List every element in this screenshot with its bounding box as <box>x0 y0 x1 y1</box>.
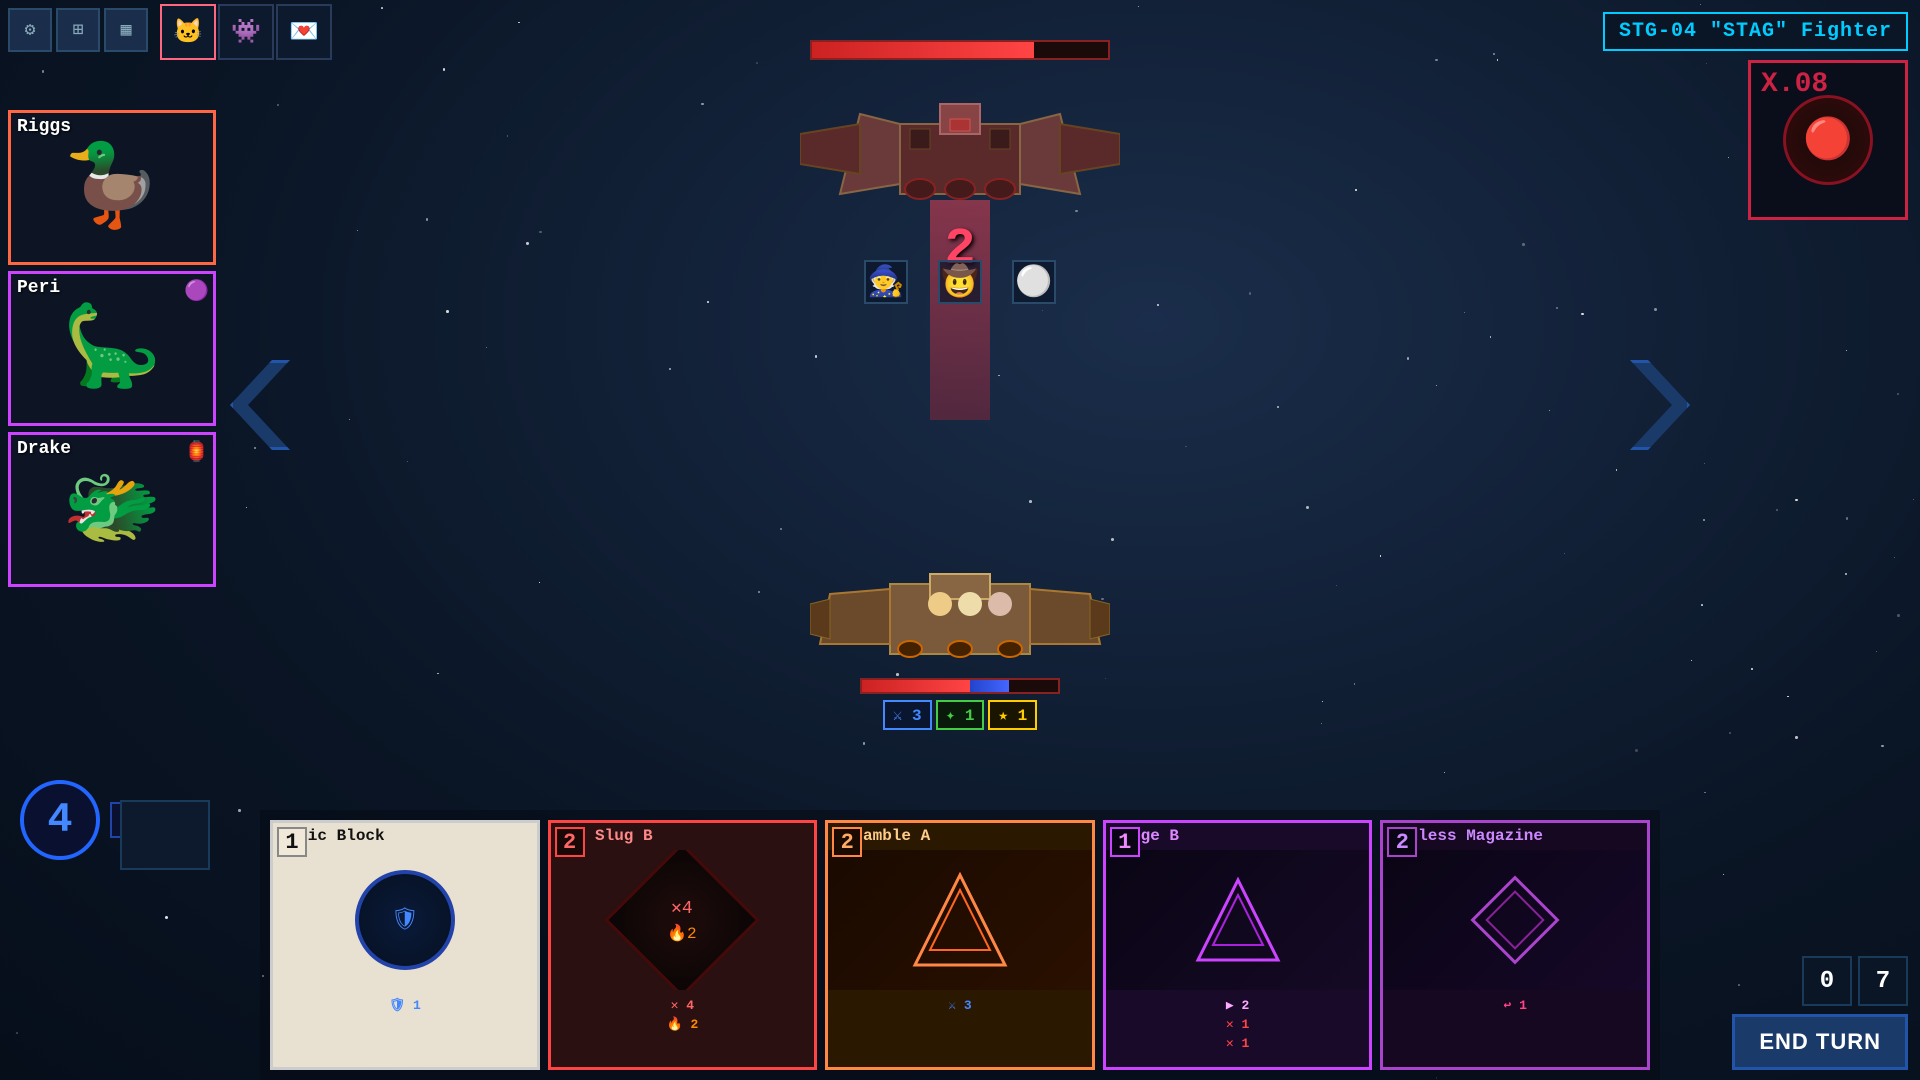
card-art-emp-slug: ✕4 🔥2 <box>551 850 815 990</box>
card-title-lunge: Lunge B <box>1106 823 1370 850</box>
enemy-health-bar <box>810 40 1110 60</box>
card-title-endless: Endless Magazine <box>1383 823 1647 850</box>
toolbar: ⚙ ⊞ ▦ <box>8 8 148 52</box>
card-title-emp-slug: EMP Slug B <box>551 823 815 850</box>
layout-button[interactable]: ⊞ <box>56 8 100 52</box>
card-icons-endless: ↩ 1 <box>1383 990 1647 1021</box>
player-ship: ⚔ 3 ✦ 1 ★ 1 <box>810 554 1110 730</box>
char-panel-peri[interactable]: Peri 🦕 🟣 <box>8 271 216 426</box>
battle-area: ◀ ▶ <box>220 0 1700 810</box>
card-art-scramble <box>828 850 1092 990</box>
card-art-lunge <box>1106 850 1370 990</box>
score-display: 0 7 <box>1802 956 1908 1006</box>
card-emp-slug[interactable]: 2 EMP Slug B ✕4 🔥2 ✕ 4 🔥 2 <box>548 820 818 1070</box>
weapon-icon: 🔴 <box>1783 95 1873 185</box>
nav-left[interactable]: ◀ <box>230 360 290 450</box>
card-icons-basic-block: 🛡 1 <box>273 990 537 1021</box>
enemy-ship <box>800 40 1120 224</box>
card-art-basic-block: 🛡 <box>273 850 537 990</box>
card-title-basic-block: Basic Block <box>273 823 537 850</box>
card-endless-magazine[interactable]: 2 Endless Magazine ↩ 1 <box>1380 820 1650 1070</box>
nav-right-arrow[interactable]: ▶ <box>1630 360 1690 450</box>
weapon-multiplier: X.08 <box>1761 69 1828 100</box>
enemy-weapon: X.08 🔴 <box>1748 60 1908 220</box>
settings-button[interactable]: ⚙ <box>8 8 52 52</box>
card-art-endless <box>1383 850 1647 990</box>
float-item-3: ⚪ <box>1012 260 1056 304</box>
end-turn-button[interactable]: END TURN <box>1732 1014 1908 1070</box>
nav-left-arrow[interactable]: ◀ <box>230 360 290 450</box>
char-badge-peri: 🟣 <box>184 278 209 304</box>
cards-area: 1 Basic Block 🛡 🛡 1 2 EMP Slug B ✕4 🔥2 ✕… <box>260 810 1660 1080</box>
card-cost-scramble: 2 <box>832 827 862 857</box>
player-ship-body <box>810 554 1110 674</box>
character-panels: Riggs 🦆 Peri 🦕 🟣 Drake 🐲 🏮 <box>8 110 216 587</box>
small-panel <box>120 800 210 870</box>
char-name-peri: Peri <box>17 278 60 298</box>
map-button[interactable]: ▦ <box>104 8 148 52</box>
char-panel-drake[interactable]: Drake 🐲 🏮 <box>8 432 216 587</box>
float-item-2: 🤠 <box>938 260 982 304</box>
char-badge-drake: 🏮 <box>184 439 209 465</box>
float-items: 🧙 🤠 ⚪ <box>864 260 1056 304</box>
card-icons-scramble: ⚔ 3 <box>828 990 1092 1021</box>
player-status-badges: ⚔ 3 ✦ 1 ★ 1 <box>883 700 1038 730</box>
card-cost-endless: 2 <box>1387 827 1417 857</box>
card-basic-block[interactable]: 1 Basic Block 🛡 🛡 1 <box>270 820 540 1070</box>
player-ship-svg <box>810 554 1110 674</box>
card-cost-lunge: 1 <box>1110 827 1140 857</box>
status-badge-attack: ⚔ 3 <box>883 700 932 730</box>
card-icons-emp-slug: ✕ 4 🔥 2 <box>551 990 815 1040</box>
status-badge-star: ★ 1 <box>988 700 1037 730</box>
top-char-cat[interactable]: 🐱 <box>160 4 216 60</box>
player-health-bar <box>860 678 1060 694</box>
card-cost-emp-slug: 2 <box>555 827 585 857</box>
card-cost-basic-block: 1 <box>277 827 307 857</box>
card-title-scramble: Scramble A <box>828 823 1092 850</box>
score-right: 7 <box>1858 956 1908 1006</box>
turn-number: 4 <box>20 780 100 860</box>
score-left: 0 <box>1802 956 1852 1006</box>
card-lunge[interactable]: 1 Lunge B ▶ 2 ✕ 1 ✕ 1 <box>1103 820 1373 1070</box>
bottom-right-controls: 0 7 END TURN <box>1732 956 1908 1070</box>
char-name-riggs: Riggs <box>17 117 71 137</box>
nav-right[interactable]: ▶ <box>1630 360 1690 450</box>
float-item-1: 🧙 <box>864 260 908 304</box>
card-icons-lunge: ▶ 2 ✕ 1 ✕ 1 <box>1106 990 1370 1059</box>
card-scramble[interactable]: 2 Scramble A ⚔ 3 <box>825 820 1095 1070</box>
status-badge-buff: ✦ 1 <box>936 700 985 730</box>
char-panel-riggs[interactable]: Riggs 🦆 <box>8 110 216 265</box>
char-name-drake: Drake <box>17 439 71 459</box>
